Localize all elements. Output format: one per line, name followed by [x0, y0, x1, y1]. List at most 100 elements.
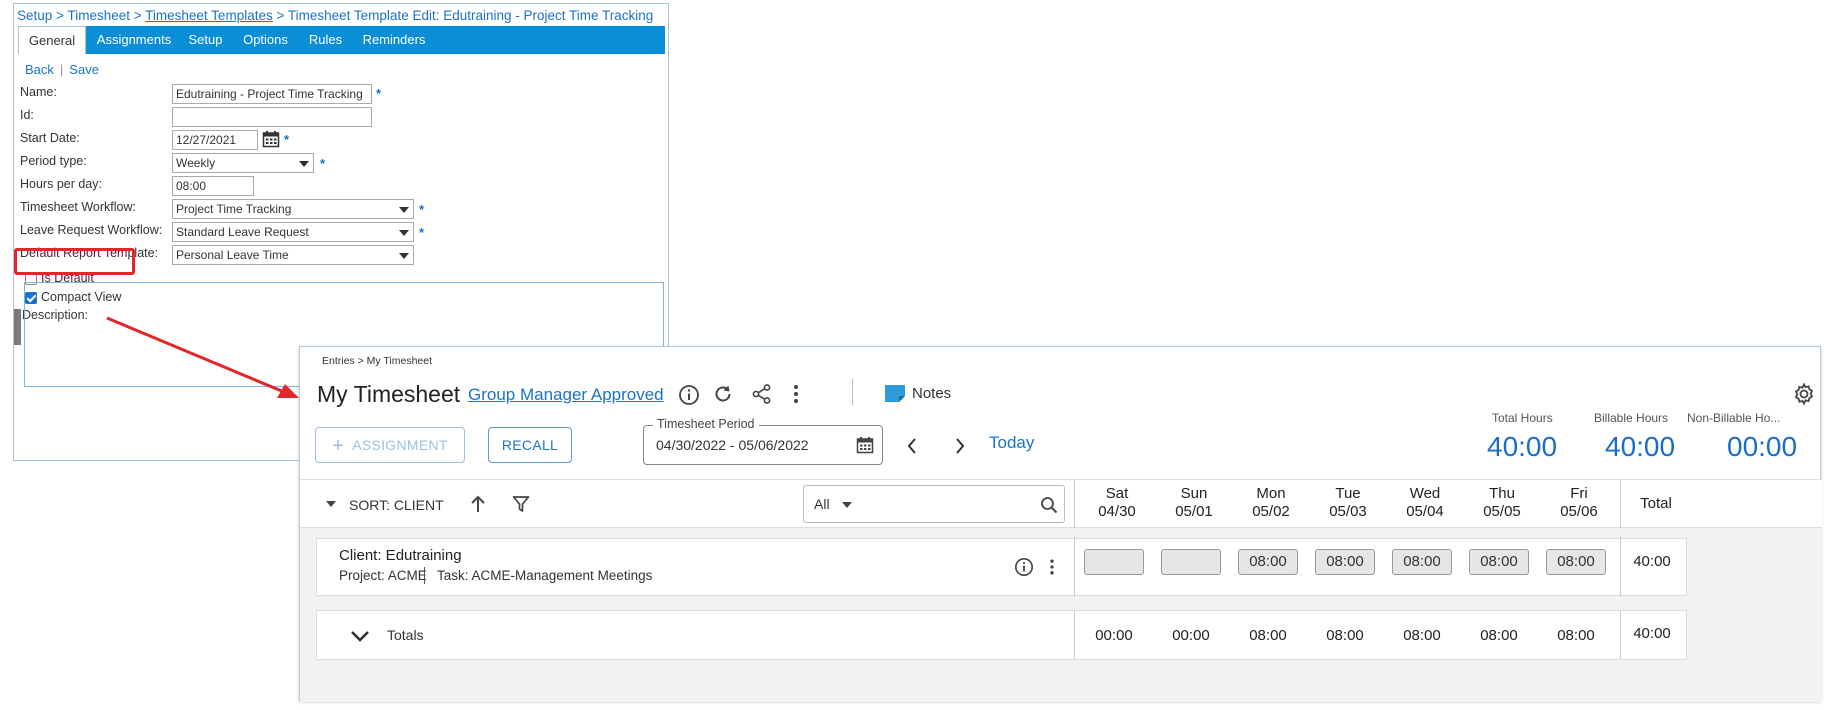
- day-header: Tue 05/03: [1311, 485, 1385, 521]
- form-actions: Back | Save: [25, 62, 99, 77]
- day-header: Mon 05/02: [1234, 485, 1308, 521]
- name-input[interactable]: Edutraining - Project Time Tracking: [172, 84, 372, 104]
- tab-rules[interactable]: Rules: [298, 26, 353, 54]
- hours-input-wed[interactable]: 08:00: [1392, 549, 1452, 575]
- timesheet-workflow-label: Timesheet Workflow:: [20, 200, 137, 214]
- caret-down-icon: [399, 253, 409, 259]
- highlight-callout-box: [14, 248, 135, 275]
- period-type-label: Period type:: [20, 154, 87, 168]
- column-separator: [1620, 537, 1621, 597]
- chevron-right-icon[interactable]: [954, 437, 966, 455]
- entry-client: Client: Edutraining: [339, 547, 462, 564]
- name-label: Name:: [20, 85, 57, 99]
- save-link[interactable]: Save: [69, 62, 99, 77]
- day-date: 05/01: [1175, 503, 1213, 520]
- share-icon[interactable]: [751, 383, 773, 405]
- report-template-select[interactable]: Personal Leave Time: [172, 245, 414, 265]
- non-billable-hours-value: 00:00: [1727, 431, 1798, 462]
- hours-input-thu[interactable]: 08:00: [1469, 549, 1529, 575]
- add-assignment-button[interactable]: + ASSIGNMENT: [315, 427, 465, 463]
- caret-down-icon: [299, 161, 309, 167]
- sort-label[interactable]: SORT: CLIENT: [349, 497, 444, 513]
- info-icon[interactable]: [678, 384, 700, 406]
- tab-assignments[interactable]: Assignments: [90, 26, 178, 54]
- filter-value: All: [814, 496, 830, 512]
- arrow-up-icon[interactable]: [470, 494, 486, 514]
- leave-workflow-select[interactable]: Standard Leave Request: [172, 222, 414, 242]
- timesheet-breadcrumb: Entries > My Timesheet: [322, 355, 432, 367]
- entry-separator: [424, 567, 425, 584]
- breadcrumb-separator: >: [56, 8, 64, 23]
- entry-project: Project: ACME: [339, 568, 427, 583]
- chevron-down-icon[interactable]: [350, 629, 370, 643]
- hours-input-sat[interactable]: [1084, 549, 1144, 575]
- required-mark: *: [419, 202, 425, 217]
- tab-reminders[interactable]: Reminders: [353, 26, 435, 54]
- more-vertical-icon[interactable]: [790, 383, 802, 405]
- gear-icon[interactable]: [1792, 382, 1816, 406]
- day-name: Sat: [1105, 485, 1129, 502]
- info-icon[interactable]: [1014, 557, 1034, 577]
- column-separator: [1074, 537, 1075, 597]
- notes-label[interactable]: Notes: [912, 385, 951, 402]
- collapse-handle[interactable]: [14, 309, 21, 345]
- calendar-icon[interactable]: [262, 130, 280, 148]
- caret-down-icon[interactable]: [326, 501, 336, 507]
- required-mark: *: [320, 156, 326, 171]
- calendar-icon[interactable]: [856, 436, 874, 454]
- toolbar-divider: [852, 379, 853, 405]
- my-timesheet-panel: Entries > My Timesheet My Timesheet Grou…: [299, 346, 1822, 702]
- today-link[interactable]: Today: [989, 433, 1034, 453]
- hours-input-tue[interactable]: 08:00: [1315, 549, 1375, 575]
- timesheet-period-value: 04/30/2022 - 05/06/2022: [656, 437, 809, 453]
- hours-input-sun[interactable]: [1161, 549, 1221, 575]
- total-fri: 08:00: [1557, 627, 1595, 644]
- total-thu: 08:00: [1480, 627, 1518, 644]
- refresh-icon[interactable]: [712, 383, 734, 405]
- recall-button[interactable]: RECALL: [488, 427, 572, 463]
- grid-header: SORT: CLIENT All Sat 04/30 Sun 05/01 Mon 05…: [300, 480, 1822, 528]
- hours-per-day-input[interactable]: 08:00: [172, 176, 254, 196]
- tab-setup[interactable]: Setup: [178, 26, 233, 54]
- day-name: Tue: [1335, 485, 1361, 502]
- timesheet-workflow-select[interactable]: Project Time Tracking: [172, 199, 414, 219]
- id-input[interactable]: [172, 107, 372, 127]
- start-date-input[interactable]: 12/27/2021: [172, 130, 258, 150]
- day-header: Wed 05/04: [1388, 485, 1462, 521]
- notes-icon[interactable]: [884, 384, 906, 403]
- tab-options[interactable]: Options: [233, 26, 298, 54]
- day-name: Mon: [1256, 485, 1286, 502]
- day-date: 05/05: [1483, 503, 1521, 520]
- breadcrumb-setup[interactable]: Setup: [17, 8, 52, 23]
- day-date: 05/06: [1560, 503, 1598, 520]
- leave-workflow-value: Standard Leave Request: [176, 225, 309, 239]
- total-tue: 08:00: [1326, 627, 1364, 644]
- breadcrumb-timesheet[interactable]: Timesheet: [67, 8, 130, 23]
- total-sun: 00:00: [1172, 627, 1210, 644]
- hours-input-fri[interactable]: 08:00: [1546, 549, 1606, 575]
- hours-input-mon[interactable]: 08:00: [1238, 549, 1298, 575]
- chevron-left-icon[interactable]: [906, 437, 918, 455]
- timesheet-period-label: Timesheet Period: [653, 417, 759, 431]
- breadcrumb-templates[interactable]: Timesheet Templates: [145, 8, 273, 23]
- search-icon[interactable]: [1040, 496, 1058, 514]
- timesheet-period-field[interactable]: Timesheet Period 04/30/2022 - 05/06/2022: [643, 417, 883, 465]
- back-link[interactable]: Back: [25, 62, 54, 77]
- grand-total: 40:00: [1633, 625, 1671, 642]
- period-type-value: Weekly: [176, 156, 216, 170]
- caret-down-icon: [399, 207, 409, 213]
- timesheet-grid: SORT: CLIENT All Sat 04/30 Sun 05/01 Mon 05…: [300, 479, 1822, 702]
- period-type-select[interactable]: Weekly: [172, 153, 314, 173]
- tab-bar: General Assignments Setup Options Rules …: [18, 26, 665, 54]
- filter-icon[interactable]: [512, 495, 530, 513]
- column-separator: [1074, 611, 1075, 659]
- more-vertical-icon[interactable]: [1047, 557, 1057, 577]
- day-name: Thu: [1489, 485, 1515, 502]
- timesheet-entry-row[interactable]: Client: Edutraining Project: ACME Task: …: [316, 537, 1687, 597]
- day-date: 05/02: [1252, 503, 1290, 520]
- approval-status-link[interactable]: Group Manager Approved: [468, 385, 664, 405]
- tab-general[interactable]: General: [18, 26, 86, 54]
- filter-search-input[interactable]: All: [803, 485, 1065, 523]
- column-separator: [1074, 480, 1075, 528]
- caret-down-icon[interactable]: [842, 502, 852, 508]
